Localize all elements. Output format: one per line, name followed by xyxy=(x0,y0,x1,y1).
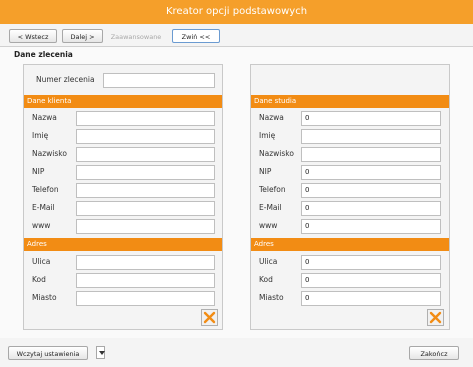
client-nip-input[interactable] xyxy=(76,165,215,180)
client-firstname-input[interactable] xyxy=(76,129,215,144)
studio-address-header: Adres xyxy=(251,238,449,251)
clear-icon xyxy=(429,311,442,324)
client-phone-input[interactable] xyxy=(76,183,215,198)
client-clear-button[interactable] xyxy=(201,309,218,326)
next-button[interactable]: Dalej > xyxy=(62,29,103,43)
studio-clear-button[interactable] xyxy=(427,309,444,326)
client-name-label: Nazwa xyxy=(32,113,57,122)
advanced-button[interactable]: Zaawansowane xyxy=(106,29,166,43)
client-panel: Numer zlecenia Dane klienta Nazwa Imię N… xyxy=(23,64,223,330)
client-street-input[interactable] xyxy=(76,255,215,270)
studio-email-label: E-Mail xyxy=(259,203,282,212)
toolbar: < Wstecz Dalej > Zaawansowane Zwiń << xyxy=(0,24,473,47)
client-data-header: Dane klienta xyxy=(24,95,222,108)
studio-street-input[interactable]: 0 xyxy=(301,255,441,270)
load-settings-button[interactable]: Wczytaj ustawienia xyxy=(8,346,88,360)
client-lastname-label: Nazwisko xyxy=(32,149,67,158)
studio-name-input[interactable]: 0 xyxy=(301,111,441,126)
studio-nip-input[interactable]: 0 xyxy=(301,165,441,180)
client-www-input[interactable] xyxy=(76,219,215,234)
studio-postcode-input[interactable]: 0 xyxy=(301,273,441,288)
finish-button[interactable]: Zakończ xyxy=(409,346,459,360)
client-email-label: E-Mail xyxy=(32,203,55,212)
client-city-input[interactable] xyxy=(76,291,215,306)
studio-lastname-input[interactable] xyxy=(301,147,441,162)
studio-www-input[interactable]: 0 xyxy=(301,219,441,234)
client-street-label: Ulica xyxy=(32,257,51,266)
studio-postcode-label: Kod xyxy=(259,275,273,284)
client-nip-label: NIP xyxy=(32,167,45,176)
studio-city-label: Miasto xyxy=(259,293,284,302)
studio-phone-input[interactable]: 0 xyxy=(301,183,441,198)
studio-panel: Dane studia Nazwa 0 Imię Nazwisko NIP 0 … xyxy=(250,64,450,330)
section-title: Dane zlecenia xyxy=(14,50,73,59)
studio-email-input[interactable]: 0 xyxy=(301,201,441,216)
client-lastname-input[interactable] xyxy=(76,147,215,162)
client-firstname-label: Imię xyxy=(32,131,49,140)
client-name-input[interactable] xyxy=(76,111,215,126)
client-address-header: Adres xyxy=(24,238,222,251)
footer-bar: Wczytaj ustawienia Zakończ xyxy=(0,338,473,367)
studio-nip-label: NIP xyxy=(259,167,272,176)
collapse-button[interactable]: Zwiń << xyxy=(172,29,220,43)
client-postcode-label: Kod xyxy=(32,275,46,284)
wizard-window: Kreator opcji podstawowych < Wstecz Dale… xyxy=(0,0,473,367)
studio-firstname-input[interactable] xyxy=(301,129,441,144)
studio-data-header: Dane studia xyxy=(251,95,449,108)
window-title: Kreator opcji podstawowych xyxy=(165,6,308,17)
client-email-input[interactable] xyxy=(76,201,215,216)
studio-city-input[interactable]: 0 xyxy=(301,291,441,306)
client-postcode-input[interactable] xyxy=(76,273,215,288)
client-phone-label: Telefon xyxy=(32,185,59,194)
order-number-label: Numer zlecenia xyxy=(36,75,95,84)
client-www-label: www xyxy=(32,221,51,230)
title-bar: Kreator opcji podstawowych xyxy=(0,0,473,24)
studio-firstname-label: Imię xyxy=(259,131,276,140)
studio-lastname-label: Nazwisko xyxy=(259,149,294,158)
order-number-input[interactable] xyxy=(103,73,215,88)
studio-phone-label: Telefon xyxy=(259,185,286,194)
clear-icon xyxy=(203,311,216,324)
back-button[interactable]: < Wstecz xyxy=(9,29,57,43)
studio-street-label: Ulica xyxy=(259,257,278,266)
studio-www-label: www xyxy=(259,221,278,230)
studio-name-label: Nazwa xyxy=(259,113,284,122)
chevron-down-icon[interactable] xyxy=(96,346,105,359)
client-city-label: Miasto xyxy=(32,293,57,302)
